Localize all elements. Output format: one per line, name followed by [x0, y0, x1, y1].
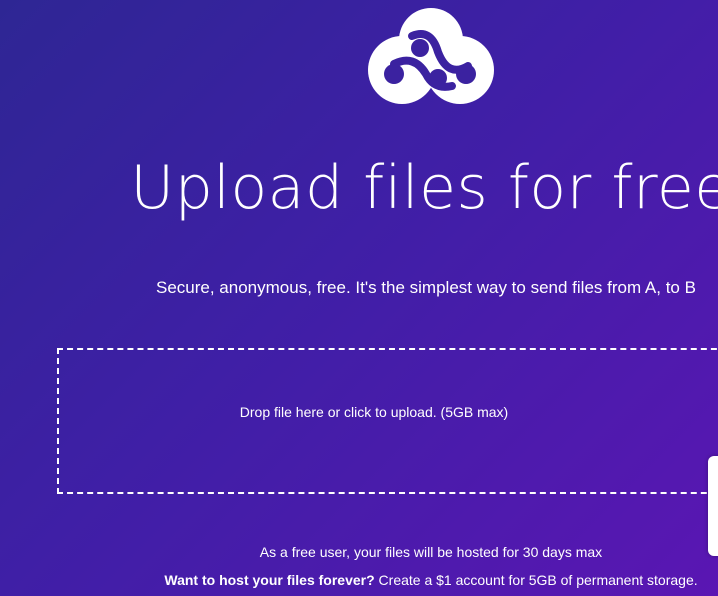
create-account-link[interactable]: Create a $1 account for 5GB of permanent…: [379, 572, 698, 588]
permanent-storage-promo: Want to host your files forever? Create …: [0, 571, 718, 589]
file-dropzone[interactable]: [57, 348, 718, 494]
app-logo[interactable]: [368, 8, 494, 104]
forever-question: Want to host your files forever?: [164, 572, 375, 588]
infinity-cloud-logo-icon: [368, 8, 494, 104]
dropzone-label: Drop file here or click to upload. (5GB …: [239, 404, 509, 420]
side-feedback-tab[interactable]: [708, 456, 718, 556]
free-user-note: As a free user, your files will be hoste…: [259, 544, 603, 560]
page-title: Upload files for free: [130, 153, 718, 223]
page-subtitle: Secure, anonymous, free. It's the simple…: [156, 278, 696, 297]
